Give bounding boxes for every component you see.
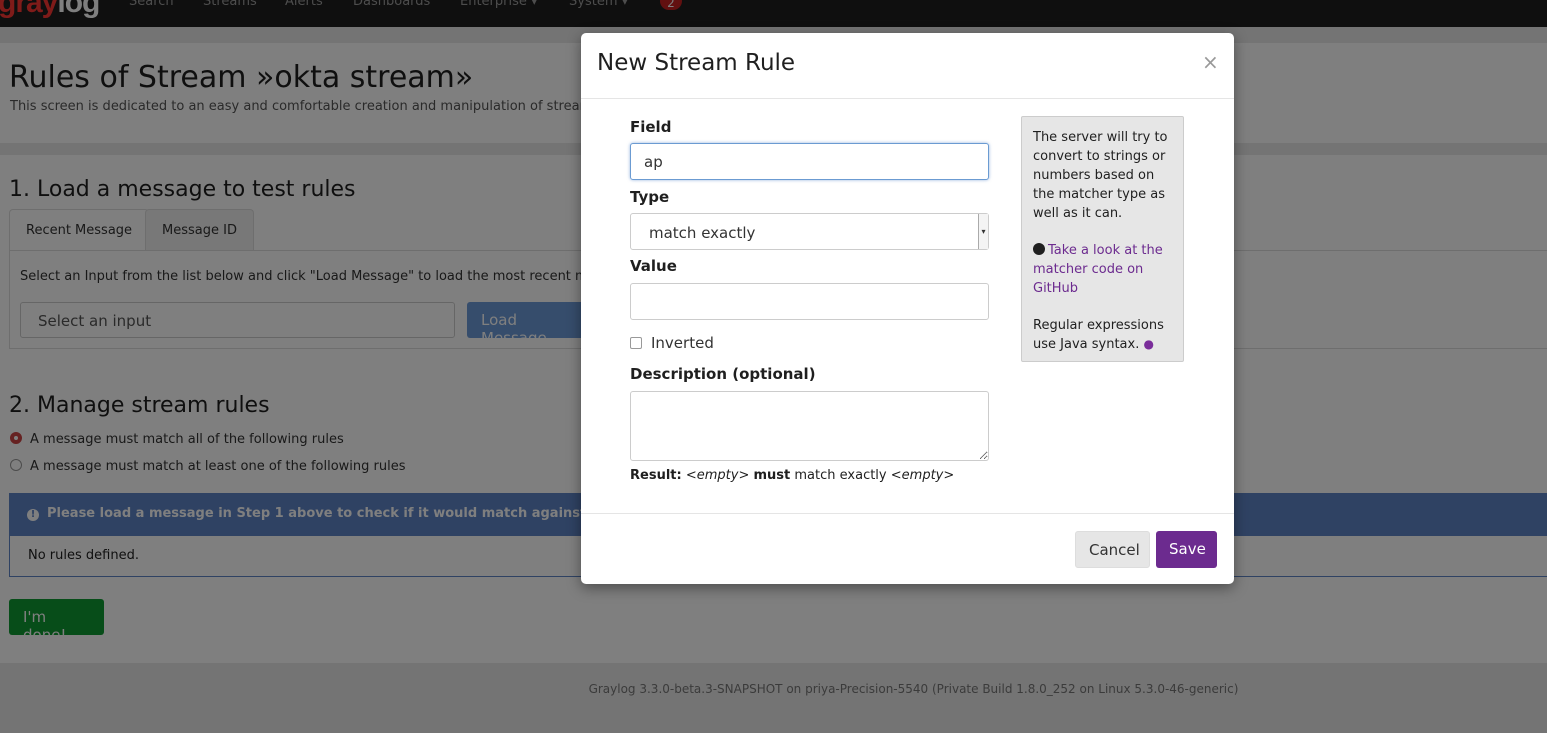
github-icon [1033,243,1045,255]
cancel-button[interactable]: Cancel [1075,531,1150,568]
new-stream-rule-modal: New Stream Rule × Field Type match exact… [581,33,1234,584]
save-button[interactable]: Save [1156,531,1217,568]
modal-header: New Stream Rule × [581,33,1234,99]
github-matcher-link[interactable]: Take a look at the matcher code on GitHu… [1033,243,1163,296]
field-input[interactable] [630,143,989,180]
help-text-regex: Regular expressions use Java syntax. ● [1033,318,1164,352]
modal-footer: Cancel Save [581,513,1234,584]
help-text-convert: The server will try to convert to string… [1033,130,1168,221]
description-textarea[interactable] [630,391,989,461]
close-icon[interactable]: × [1202,50,1219,74]
value-label: Value [630,257,677,275]
inverted-checkbox[interactable] [630,337,642,349]
help-link-row: Take a look at the matcher code on GitHu… [1033,241,1172,298]
help-panel: The server will try to convert to string… [1021,116,1184,362]
type-select[interactable]: match exactly ▾ [630,213,989,250]
modal-title: New Stream Rule [597,50,796,76]
type-select-value: match exactly [649,224,756,242]
lightbulb-icon: ● [1143,337,1154,351]
type-label: Type [630,188,670,206]
select-arrow-icon[interactable]: ▾ [978,214,988,249]
field-label: Field [630,118,672,136]
value-input[interactable] [630,283,989,320]
result-preview: Result: <empty> must match exactly <empt… [630,468,955,483]
description-label: Description (optional) [630,365,816,383]
inverted-option[interactable]: Inverted [630,334,714,352]
